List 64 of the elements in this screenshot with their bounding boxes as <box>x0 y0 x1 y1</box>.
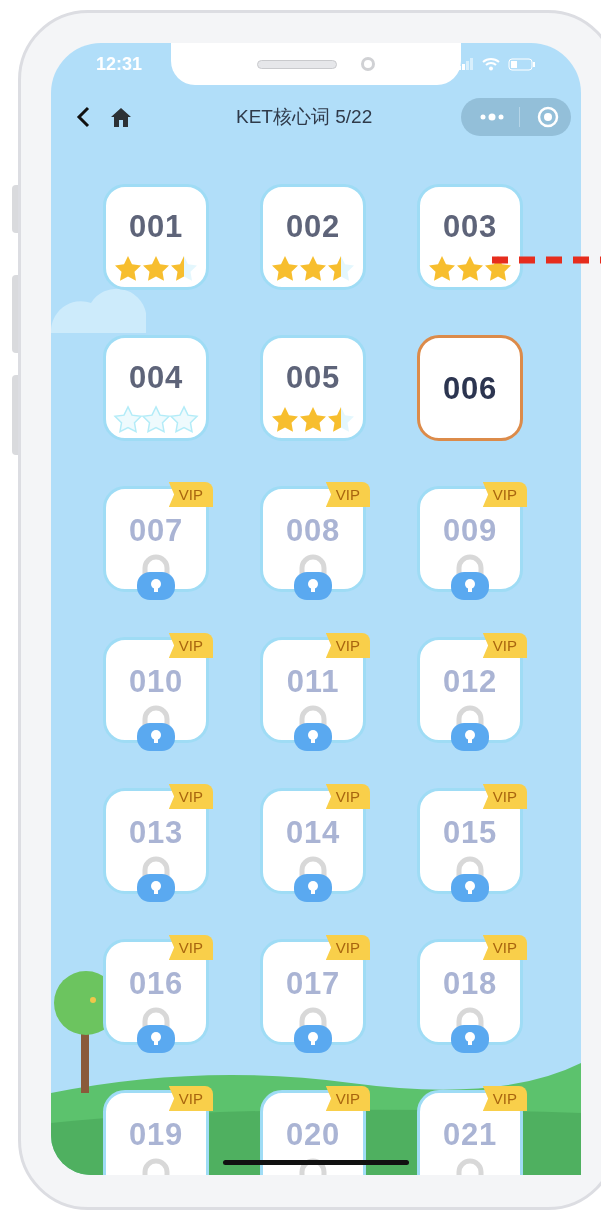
lock-icon <box>449 1005 491 1053</box>
vip-ribbon: VIP <box>168 633 213 658</box>
level-number: 017 <box>285 968 341 999</box>
lock-icon <box>449 552 491 600</box>
battery-icon <box>508 57 536 71</box>
level-number: 008 <box>285 515 341 546</box>
level-tile[interactable]: 003 <box>417 184 523 290</box>
more-icon[interactable] <box>479 113 505 121</box>
lock-icon <box>292 703 334 751</box>
wifi-icon <box>482 57 500 71</box>
vip-ribbon: VIP <box>325 784 370 809</box>
lock-icon <box>292 1005 334 1053</box>
vip-ribbon: VIP <box>325 935 370 960</box>
level-number: 019 <box>128 1119 184 1150</box>
lock-icon <box>449 703 491 751</box>
level-number: 021 <box>442 1119 498 1150</box>
capsule-menu[interactable] <box>461 98 571 136</box>
level-number: 004 <box>128 362 184 393</box>
level-number: 005 <box>285 362 341 393</box>
lock-icon <box>449 854 491 902</box>
level-tile[interactable]: 002 <box>260 184 366 290</box>
level-number: 011 <box>286 666 340 697</box>
lock-icon <box>135 1005 177 1053</box>
level-number: 001 <box>128 211 184 242</box>
level-number: 015 <box>442 817 498 848</box>
level-number: 016 <box>128 968 184 999</box>
speaker-icon <box>257 59 337 69</box>
level-number: 002 <box>285 211 341 242</box>
home-icon[interactable] <box>109 106 133 128</box>
vip-ribbon: VIP <box>168 1086 213 1111</box>
level-number: 009 <box>442 515 498 546</box>
vip-ribbon: VIP <box>168 935 213 960</box>
level-tile[interactable]: 004 <box>103 335 209 441</box>
level-number: 012 <box>442 666 498 697</box>
camera-icon <box>361 57 375 71</box>
level-number: 006 <box>442 372 498 404</box>
level-number: 007 <box>128 515 184 546</box>
lock-icon <box>292 854 334 902</box>
vip-ribbon: VIP <box>168 482 213 507</box>
vip-ribbon: VIP <box>482 633 527 658</box>
level-number: 003 <box>442 211 498 242</box>
vip-ribbon: VIP <box>325 633 370 658</box>
level-tile[interactable]: 005 <box>260 335 366 441</box>
status-time: 12:31 <box>96 52 143 76</box>
lock-icon <box>292 552 334 600</box>
level-number: 014 <box>285 817 341 848</box>
level-tile[interactable]: 006 <box>417 335 523 441</box>
level-number: 018 <box>442 968 498 999</box>
lock-icon <box>135 552 177 600</box>
level-number: 020 <box>285 1119 341 1150</box>
vip-ribbon: VIP <box>325 482 370 507</box>
page-title: KET核心词 5/22 <box>236 104 373 129</box>
level-tile[interactable]: 001 <box>103 184 209 290</box>
vip-ribbon: VIP <box>168 784 213 809</box>
vip-ribbon: VIP <box>482 1086 527 1111</box>
level-number: 013 <box>128 817 184 848</box>
back-icon[interactable] <box>75 106 91 128</box>
lock-icon <box>135 854 177 902</box>
level-number: 010 <box>128 666 184 697</box>
vip-ribbon: VIP <box>482 935 527 960</box>
vip-ribbon: VIP <box>325 1086 370 1111</box>
vip-ribbon: VIP <box>482 482 527 507</box>
vip-ribbon: VIP <box>482 784 527 809</box>
lock-icon <box>135 703 177 751</box>
